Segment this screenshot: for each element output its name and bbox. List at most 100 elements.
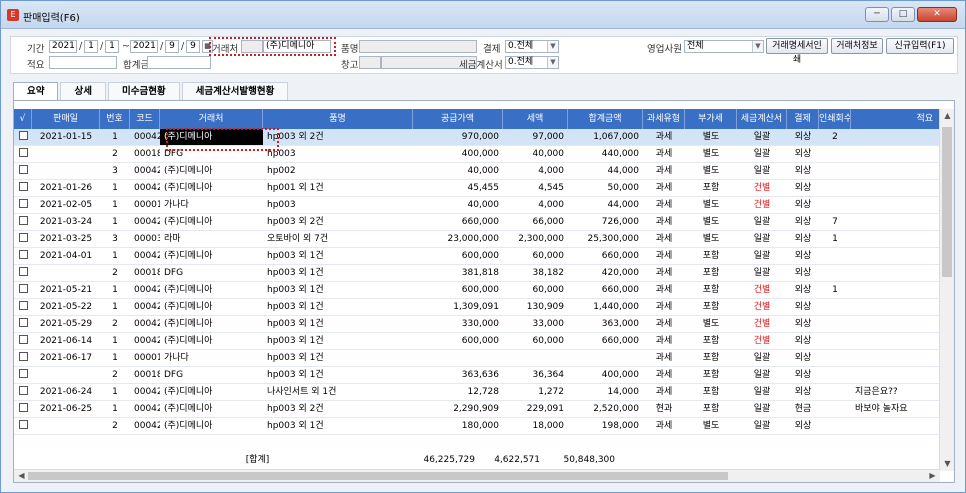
- checkbox-icon[interactable]: [18, 250, 28, 259]
- table-row[interactable]: 2021-06-24 1 00042 (주)디메니아 나사인서트 외 1건 12,728 1…: [14, 384, 940, 401]
- header-supply[interactable]: 공급가액: [413, 109, 503, 129]
- checkbox-icon[interactable]: [18, 216, 28, 225]
- row-checkbox[interactable]: [14, 163, 32, 179]
- client-name-field[interactable]: (주)디메니아: [263, 40, 331, 53]
- to-month-field[interactable]: 9: [165, 40, 179, 53]
- header-number[interactable]: 번호: [100, 109, 130, 129]
- checkbox-icon[interactable]: [18, 199, 28, 208]
- checkbox-icon[interactable]: [18, 386, 28, 395]
- close-button[interactable]: ✕: [917, 7, 957, 22]
- scroll-right-icon[interactable]: ▶: [925, 470, 940, 482]
- sales-rep-select[interactable]: 전체 ▼: [684, 40, 764, 53]
- checkbox-icon[interactable]: [18, 335, 28, 344]
- chevron-down-icon[interactable]: ▼: [547, 57, 558, 68]
- checkbox-icon[interactable]: [18, 420, 28, 429]
- row-checkbox[interactable]: [14, 367, 32, 383]
- scroll-down-icon[interactable]: ▼: [940, 457, 954, 471]
- title-bar[interactable]: E 판매입력(F6) ─ □ ✕: [1, 1, 965, 29]
- header-tax[interactable]: 세액: [503, 109, 568, 129]
- checkbox-icon[interactable]: [18, 352, 28, 361]
- horizontal-scrollbar[interactable]: ◀ ▶: [14, 469, 940, 482]
- row-checkbox[interactable]: [14, 180, 32, 196]
- table-row[interactable]: 2 00018 DFG hp003 외 1건 381,818 38,182 420,000 과…: [14, 265, 940, 282]
- checkbox-icon[interactable]: [18, 131, 28, 140]
- table-row[interactable]: 2021-06-25 1 00042 (주)디메니아 hp003 외 2건 2,290,9…: [14, 401, 940, 418]
- row-checkbox[interactable]: [14, 265, 32, 281]
- header-payment[interactable]: 결제: [787, 109, 819, 129]
- vertical-scrollbar[interactable]: ▲ ▼: [939, 109, 954, 471]
- chevron-down-icon[interactable]: ▼: [547, 41, 558, 52]
- scroll-thumb[interactable]: [942, 127, 952, 277]
- table-row[interactable]: 2021-06-14 1 00042 (주)디메니아 hp003 외 1건 600,000…: [14, 333, 940, 350]
- to-year-field[interactable]: 2021: [130, 40, 158, 53]
- tab-summary[interactable]: 요약: [13, 82, 59, 101]
- checkbox-icon[interactable]: [18, 301, 28, 310]
- header-client[interactable]: 거래처: [160, 109, 263, 129]
- client-code-field[interactable]: [241, 40, 263, 53]
- table-row[interactable]: 2 00018 DFG hp003 400,000 40,000 440,000 과세 별도 일괄…: [14, 146, 940, 163]
- header-print-count[interactable]: 인쇄회수: [819, 109, 851, 129]
- table-row[interactable]: 2021-01-26 1 00042 (주)디메니아 hp001 외 1건 45,455 4…: [14, 180, 940, 197]
- table-row[interactable]: 2021-03-24 1 00042 (주)디메니아 hp003 외 2건 660,000…: [14, 214, 940, 231]
- from-month-field[interactable]: 1: [84, 40, 98, 53]
- table-row[interactable]: 2021-05-22 1 00042 (주)디메니아 hp003 외 1건 1,309,0…: [14, 299, 940, 316]
- maximize-button[interactable]: □: [891, 7, 915, 22]
- row-checkbox[interactable]: [14, 299, 32, 315]
- checkbox-icon[interactable]: [18, 284, 28, 293]
- row-checkbox[interactable]: [14, 384, 32, 400]
- checkbox-icon[interactable]: [18, 267, 28, 276]
- to-day-field[interactable]: 9: [186, 40, 200, 53]
- scroll-left-icon[interactable]: ◀: [14, 470, 29, 482]
- row-checkbox[interactable]: [14, 129, 32, 145]
- checkbox-icon[interactable]: [18, 403, 28, 412]
- header-tax-invoice[interactable]: 세금계산서: [737, 109, 787, 129]
- row-checkbox[interactable]: [14, 401, 32, 417]
- row-checkbox[interactable]: [14, 333, 32, 349]
- header-tax-type[interactable]: 과세유형: [643, 109, 685, 129]
- total-amount-field[interactable]: [147, 56, 211, 69]
- payment-select[interactable]: 0.전체 ▼: [505, 40, 559, 53]
- row-checkbox[interactable]: [14, 248, 32, 264]
- client-info-button[interactable]: 거래처정보: [831, 38, 883, 54]
- checkbox-icon[interactable]: [18, 148, 28, 157]
- table-row[interactable]: 2021-01-15 1 00042 (주)디메니아 hp003 외 2건 970,000…: [14, 129, 940, 146]
- row-checkbox[interactable]: [14, 214, 32, 230]
- header-memo[interactable]: 적요: [851, 109, 940, 129]
- header-sale-date[interactable]: 판매일: [32, 109, 100, 129]
- checkbox-icon[interactable]: [18, 165, 28, 174]
- scroll-up-icon[interactable]: ▲: [940, 109, 954, 123]
- tax-invoice-select[interactable]: 0.전체 ▼: [505, 56, 559, 69]
- statement-print-button[interactable]: 거래명세서인쇄: [766, 38, 828, 65]
- table-row[interactable]: 2021-04-01 1 00042 (주)디메니아 hp003 외 1건 600,000…: [14, 248, 940, 265]
- chevron-down-icon[interactable]: ▼: [752, 41, 763, 52]
- row-checkbox[interactable]: [14, 418, 32, 434]
- table-row[interactable]: 3 00042 (주)디메니아 hp002 40,000 4,000 44,000 과세 별도 일…: [14, 163, 940, 180]
- checkbox-icon[interactable]: [18, 318, 28, 327]
- table-row[interactable]: 2021-05-29 2 00042 (주)디메니아 hp003 외 1건 330,000…: [14, 316, 940, 333]
- checkbox-icon[interactable]: [18, 369, 28, 378]
- row-checkbox[interactable]: [14, 146, 32, 162]
- new-entry-button[interactable]: 신규입력(F1): [886, 38, 954, 54]
- tab-detail[interactable]: 상세: [60, 82, 106, 100]
- row-checkbox[interactable]: [14, 350, 32, 366]
- item-field[interactable]: [359, 40, 477, 53]
- table-row[interactable]: 2021-03-25 3 00003 라마 오토바이 외 7건 23,000,000 2,3…: [14, 231, 940, 248]
- checkbox-icon[interactable]: [18, 233, 28, 242]
- header-check[interactable]: √: [14, 109, 32, 129]
- table-row[interactable]: 2 00018 DFG hp003 외 1건 363,636 36,364 400,000 과…: [14, 367, 940, 384]
- header-vat[interactable]: 부가세: [685, 109, 737, 129]
- tab-tax-invoice-status[interactable]: 세금계산서발행현황: [181, 82, 289, 100]
- warehouse-code-field[interactable]: [359, 56, 381, 69]
- row-checkbox[interactable]: [14, 231, 32, 247]
- row-checkbox[interactable]: [14, 316, 32, 332]
- checkbox-icon[interactable]: [18, 182, 28, 191]
- from-day-field[interactable]: 1: [105, 40, 119, 53]
- row-checkbox[interactable]: [14, 197, 32, 213]
- table-row[interactable]: 2021-06-17 1 00001 가나다 hp003 외 1건 과세 포함 일괄 외상: [14, 350, 940, 367]
- scroll-thumb-horizontal[interactable]: [28, 472, 728, 480]
- table-row[interactable]: 2 00042 (주)디메니아 hp003 외 1건 180,000 18,000 198,…: [14, 418, 940, 435]
- header-code[interactable]: 코드: [130, 109, 160, 129]
- header-total[interactable]: 합계금액: [568, 109, 643, 129]
- from-year-field[interactable]: 2021: [49, 40, 77, 53]
- tab-receivables[interactable]: 미수금현황: [107, 82, 180, 100]
